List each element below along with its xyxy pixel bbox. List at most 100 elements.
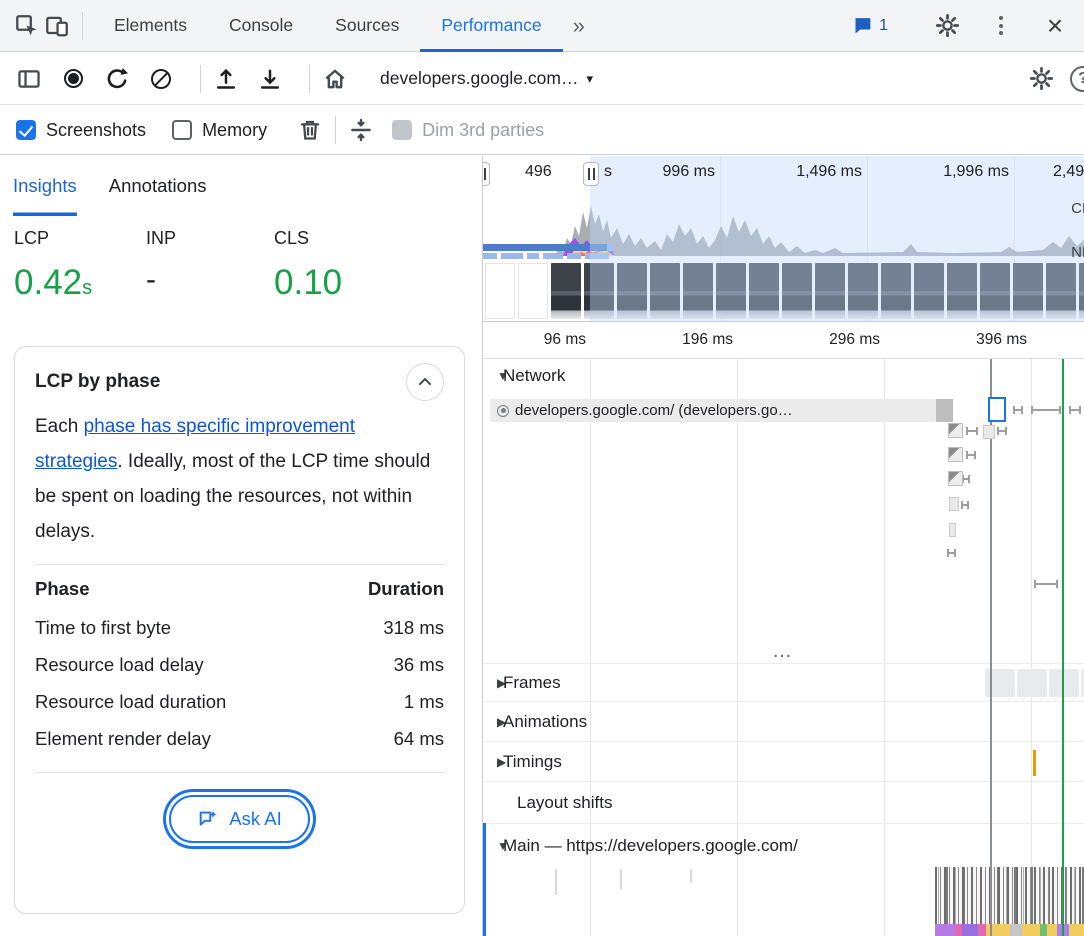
screenshot-thumbnail[interactable] — [815, 263, 845, 319]
close-icon[interactable]: × — [1040, 11, 1070, 41]
network-request-bar[interactable] — [948, 471, 963, 486]
screenshot-thumbnail[interactable] — [716, 263, 746, 319]
sidebar-tabs: Insights Annotations — [0, 156, 482, 216]
divider — [35, 564, 444, 565]
toolbar-divider — [200, 65, 201, 93]
card-title: LCP by phase — [35, 363, 160, 393]
track-header-animations[interactable]: ▶ Animations — [483, 701, 1084, 741]
network-request-bar[interactable] — [962, 478, 970, 480]
record-button[interactable] — [58, 64, 88, 94]
collapse-card-button[interactable] — [406, 363, 444, 401]
tab-insights[interactable]: Insights — [13, 156, 77, 216]
ask-ai-button[interactable]: Ask AI — [169, 795, 309, 843]
capture-options-bar: Screenshots Memory Dim 3rd parties — [0, 106, 1084, 155]
screenshot-thumbnail[interactable] — [518, 263, 548, 319]
metric-inp[interactable]: INP - — [146, 228, 274, 303]
network-request-bar[interactable] — [1031, 409, 1061, 411]
device-toolbar-icon[interactable] — [42, 11, 72, 41]
metric-value: - — [146, 263, 274, 297]
screenshot-thumbnail[interactable] — [1046, 263, 1076, 319]
screenshot-thumbnail[interactable] — [881, 263, 911, 319]
track-label: Main — https://developers.google.com/ — [503, 836, 798, 856]
kebab-menu-icon[interactable] — [986, 11, 1016, 41]
panel-tabs: Elements Console Sources Performance — [93, 0, 563, 52]
lcp-by-phase-card: LCP by phase Each phase has specific imp… — [14, 346, 465, 914]
metric-lcp[interactable]: LCP 0.42s — [14, 228, 146, 303]
network-request-bar[interactable] — [947, 552, 956, 554]
track-header-timings[interactable]: ▶ Timings — [483, 741, 1084, 781]
network-request-bar[interactable] — [1013, 409, 1023, 411]
timing-event-mark[interactable] — [1033, 750, 1036, 776]
capture-settings-gear-icon[interactable] — [1026, 64, 1056, 94]
tab-console[interactable]: Console — [208, 0, 314, 52]
memory-checkbox[interactable] — [172, 120, 192, 140]
more-tabs-icon[interactable]: » — [563, 13, 595, 39]
track-header-main-thread[interactable]: ▼ Main — https://developers.google.com/ — [483, 823, 1084, 867]
overview-window-left-handle[interactable] — [483, 162, 490, 186]
track-splitter-handle[interactable]: … — [483, 639, 1084, 663]
screenshot-thumbnail[interactable] — [485, 263, 515, 319]
tab-annotations[interactable]: Annotations — [109, 156, 207, 216]
toolbar-divider — [82, 12, 83, 40]
tab-elements[interactable]: Elements — [93, 0, 208, 52]
screenshot-thumbnail[interactable] — [683, 263, 713, 319]
screenshot-thumbnail[interactable] — [650, 263, 680, 319]
clear-recording-icon[interactable] — [146, 64, 176, 94]
history-dropdown[interactable]: developers.google.com… ▾ — [380, 68, 593, 89]
screenshot-thumbnail[interactable] — [1079, 263, 1084, 319]
upload-profile-icon[interactable] — [211, 64, 241, 94]
network-request-bar[interactable] — [983, 425, 995, 439]
track-header-network[interactable]: ▼ Network — [483, 359, 1084, 393]
download-profile-icon[interactable] — [255, 64, 285, 94]
dim-3rd-parties-checkbox[interactable] — [392, 120, 412, 140]
network-request-main-document[interactable]: developers.google.com/ (developers.go… — [490, 399, 936, 422]
screenshot-thumbnail[interactable] — [551, 263, 581, 319]
expander-icon: ▶ — [483, 676, 503, 690]
toggle-sidebar-icon[interactable] — [14, 64, 44, 94]
overview-tick-label: 1,496 ms — [776, 163, 862, 181]
screenshot-thumbnail[interactable] — [914, 263, 944, 319]
ruler-tick-label: 96 ms — [500, 331, 586, 349]
screenshot-thumbnail[interactable] — [617, 263, 647, 319]
tab-performance[interactable]: Performance — [420, 0, 562, 52]
screenshot-thumbnail[interactable] — [980, 263, 1010, 319]
network-request-bar-tail[interactable] — [936, 399, 953, 422]
screenshot-thumbnail[interactable] — [749, 263, 779, 319]
screenshot-thumbnail[interactable] — [584, 263, 614, 319]
collect-garbage-icon[interactable] — [295, 115, 325, 145]
network-request-bar[interactable] — [997, 430, 1007, 432]
metric-label: INP — [146, 228, 274, 249]
frame-thumbnail[interactable] — [1049, 669, 1079, 697]
timeline-overview[interactable]: 496 s 996 ms 1,496 ms 1,996 ms 2,49 CP N… — [483, 156, 1084, 322]
track-header-frames[interactable]: ▶ Frames — [483, 663, 1084, 701]
frame-thumbnail[interactable] — [1017, 669, 1047, 697]
screenshots-checkbox[interactable] — [16, 120, 36, 140]
issues-button[interactable]: 1 — [852, 15, 888, 36]
metric-cls[interactable]: CLS 0.10 — [274, 228, 406, 303]
screenshot-thumbnail[interactable] — [1013, 263, 1043, 319]
tab-sources[interactable]: Sources — [314, 0, 420, 52]
network-request-bar[interactable] — [948, 423, 963, 438]
activity-color-segment — [1047, 924, 1057, 936]
network-request-bar[interactable] — [1034, 583, 1058, 585]
network-request-bar[interactable] — [966, 454, 976, 456]
network-request-bar[interactable] — [949, 497, 959, 511]
overview-window-right-handle[interactable] — [583, 162, 599, 186]
home-icon[interactable] — [320, 64, 350, 94]
inspect-element-icon[interactable] — [12, 11, 42, 41]
settings-gear-icon[interactable] — [932, 11, 962, 41]
screenshot-thumbnail[interactable] — [947, 263, 977, 319]
network-request-bar[interactable] — [948, 447, 963, 462]
network-request-bar[interactable] — [966, 430, 978, 432]
selected-network-request[interactable] — [988, 397, 1006, 422]
collapse-tracks-icon[interactable] — [346, 115, 376, 145]
network-request-bar[interactable] — [961, 504, 969, 506]
track-header-layout-shifts[interactable]: Layout shifts — [483, 781, 1084, 823]
reload-and-record-button[interactable] — [102, 64, 132, 94]
help-icon[interactable]: ? — [1070, 66, 1084, 92]
network-request-bar[interactable] — [1069, 409, 1081, 411]
network-request-bar[interactable] — [949, 523, 956, 537]
screenshots-label: Screenshots — [46, 120, 146, 141]
screenshot-thumbnail[interactable] — [782, 263, 812, 319]
screenshot-thumbnail[interactable] — [848, 263, 878, 319]
